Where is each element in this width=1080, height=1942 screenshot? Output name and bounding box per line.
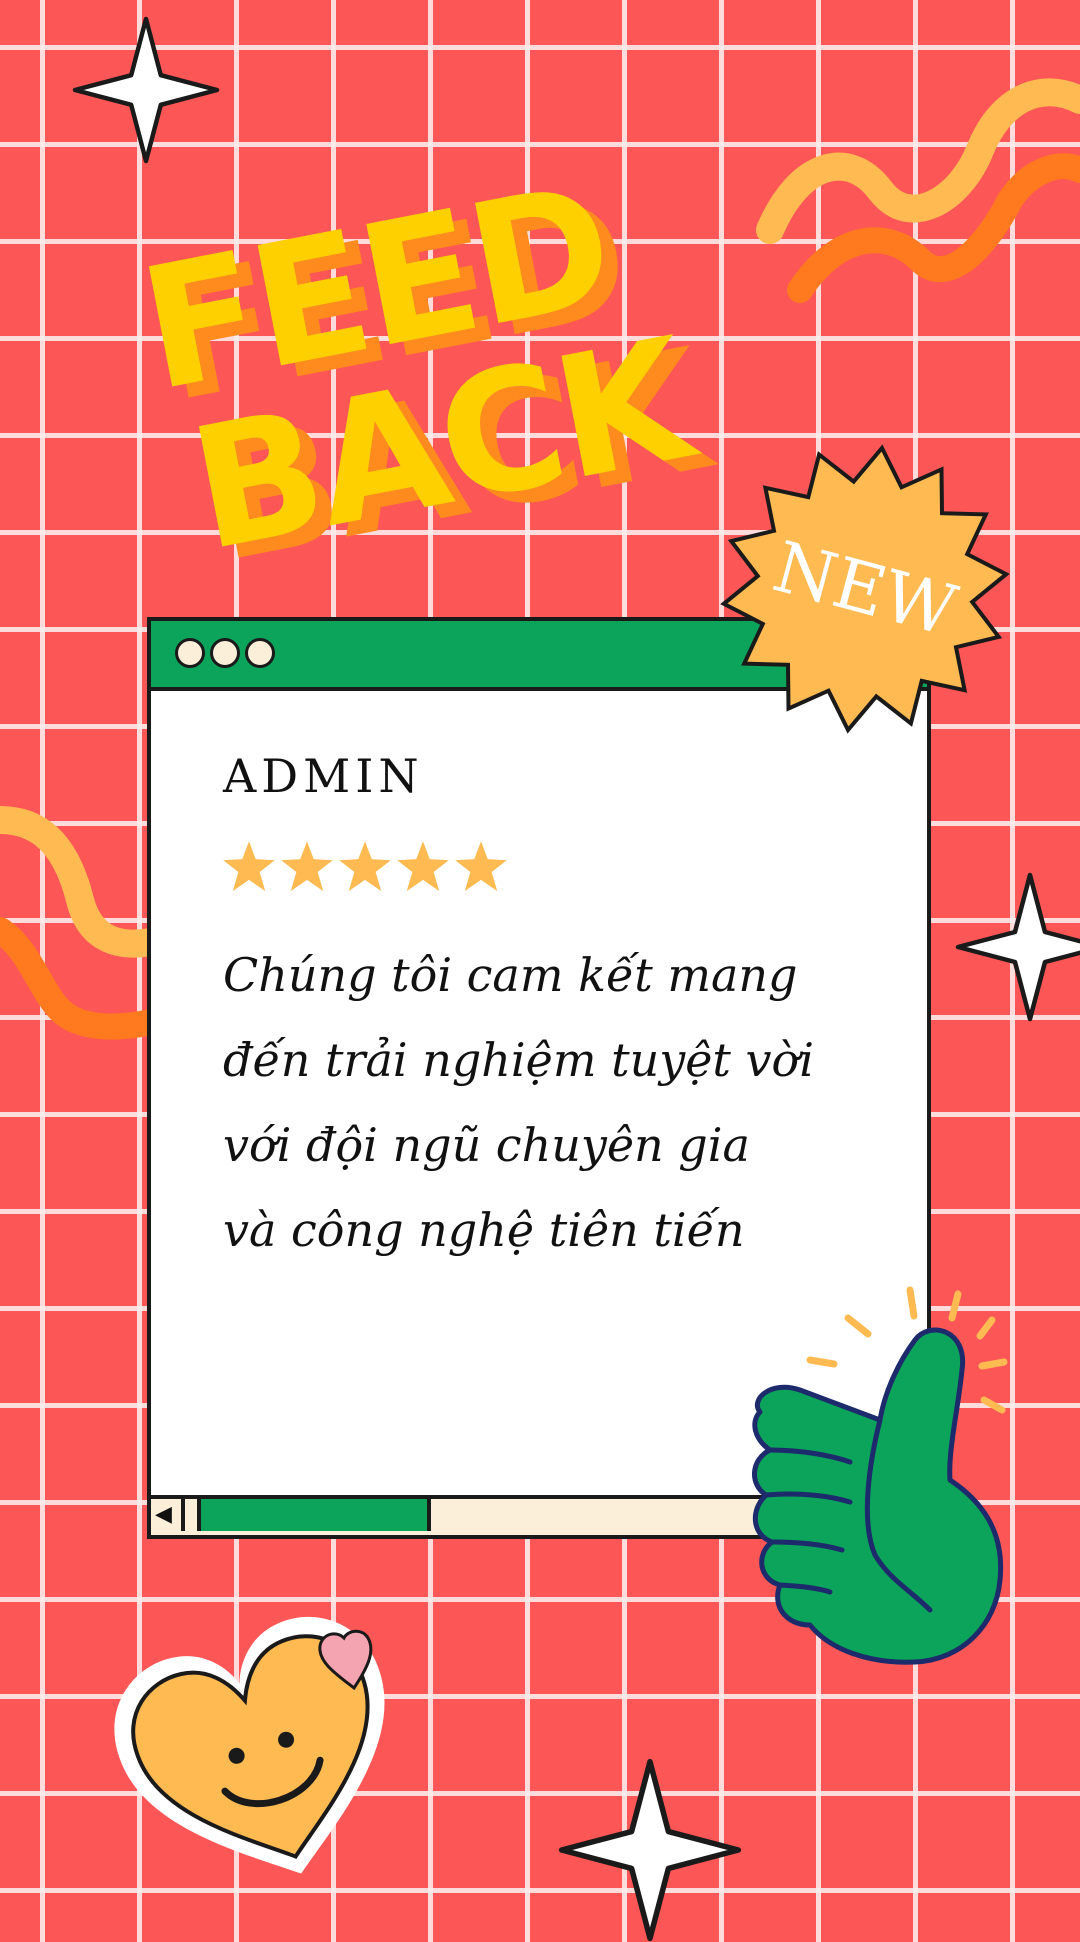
new-badge: NEW [718,442,1012,736]
star-icon [339,841,391,892]
scroll-left-button[interactable]: ◀ [151,1499,185,1531]
window-dot-icon[interactable] [175,638,205,668]
sparkle-icon [72,16,220,164]
thumbs-up-icon [752,1286,1008,1665]
review-author: ADMIN [223,749,424,803]
sparkle-icon [558,1758,742,1942]
star-icon [455,841,507,892]
smiling-heart-icon [114,1616,385,1874]
star-rating [221,839,509,895]
review-line: và công nghệ tiên tiến [223,1203,745,1257]
star-icon [397,841,449,892]
review-line: với đội ngũ chuyên gia [223,1118,750,1172]
scroll-track-start [185,1499,201,1531]
review-line: Chúng tôi cam kết mang [223,948,798,1002]
review-line: đến trải nghiệm tuyệt vời [223,1033,814,1087]
sparkle-icon [955,872,1080,1022]
squiggle-decoration [0,806,170,1040]
scroll-thumb[interactable] [201,1499,431,1531]
review-text: Chúng tôi cam kết mang đến trải nghiệm t… [223,933,903,1273]
star-icon [281,841,333,892]
window-dot-icon[interactable] [245,638,275,668]
squiggle-decoration [756,78,1080,303]
arrow-left-icon: ◀ [155,1502,172,1527]
window-dot-icon[interactable] [210,638,240,668]
star-icon [223,841,275,892]
